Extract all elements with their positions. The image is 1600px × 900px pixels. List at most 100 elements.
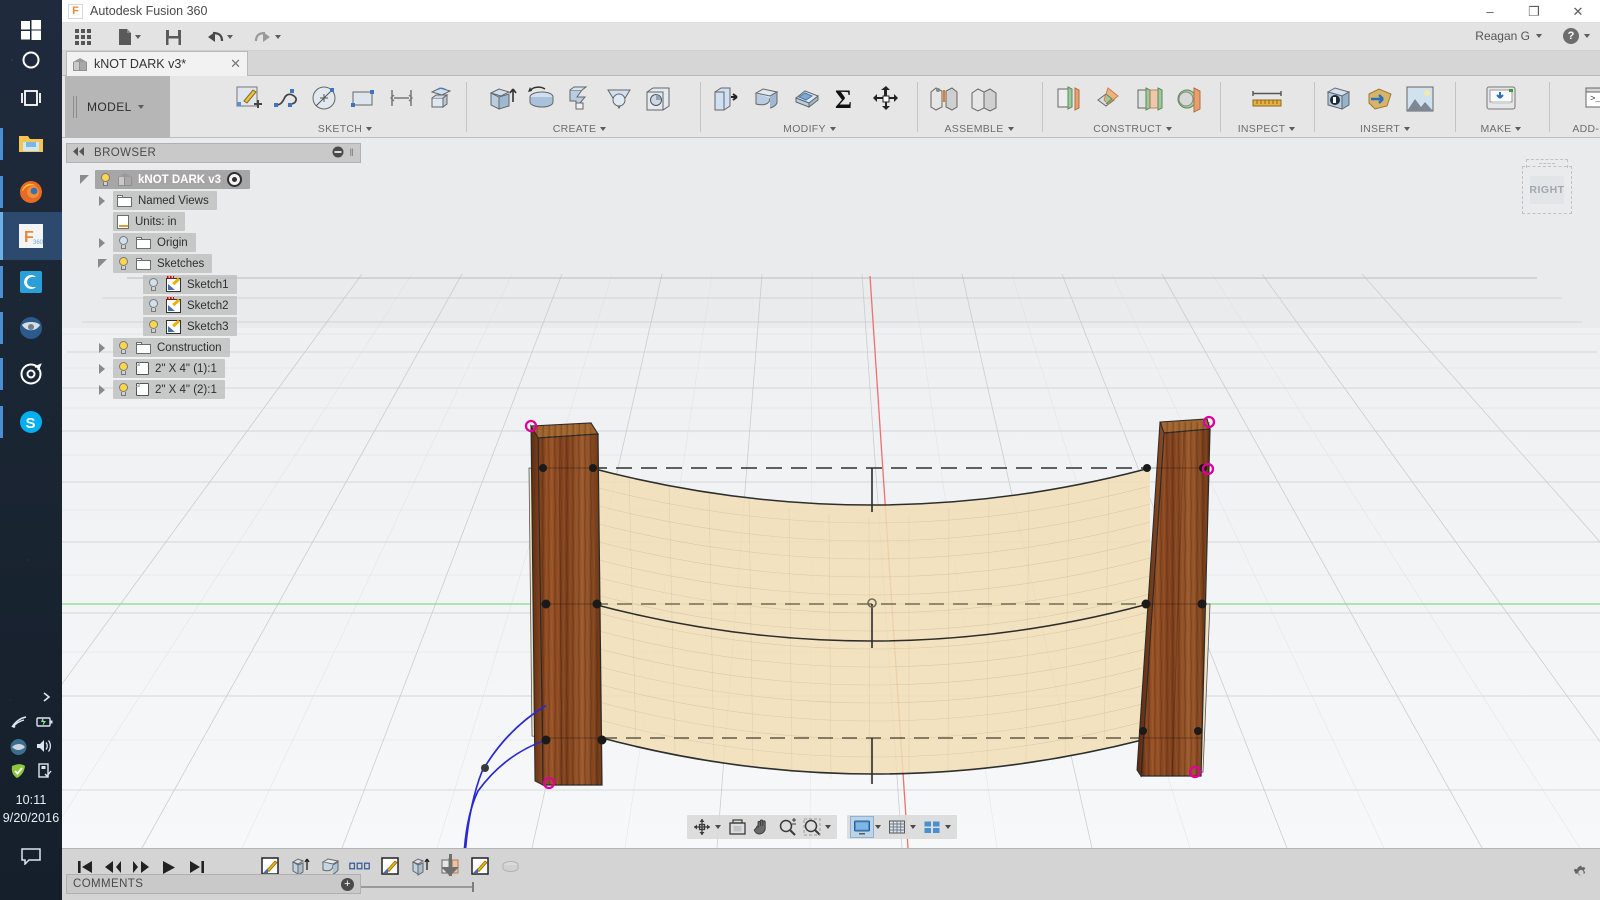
zoom-button[interactable]: [775, 816, 799, 838]
tree-row-sketch3[interactable]: Sketch3: [66, 316, 361, 337]
skype-button[interactable]: S: [0, 398, 62, 446]
sweep-icon[interactable]: [560, 80, 599, 118]
save-button[interactable]: [162, 26, 185, 48]
ribbon-group-label-create[interactable]: CREATE: [482, 123, 677, 135]
target-app-button[interactable]: [0, 350, 62, 398]
close-button[interactable]: ✕: [1556, 0, 1600, 23]
attached-canvas-icon[interactable]: [1400, 80, 1440, 118]
undo-button[interactable]: [202, 26, 236, 48]
tree-row-origin[interactable]: Origin: [66, 232, 361, 253]
timeline-revolve[interactable]: [498, 854, 522, 878]
expander-collapsed-icon[interactable]: [96, 195, 108, 206]
ribbon-group-label-inspect[interactable]: INSPECT: [1224, 123, 1309, 135]
usb-eject-icon[interactable]: [35, 762, 53, 785]
ribbon-group-label-construct[interactable]: CONSTRUCT: [1050, 123, 1215, 135]
browser-grip[interactable]: ‖: [349, 148, 354, 159]
maximize-button[interactable]: ❐: [1512, 0, 1556, 23]
revolve-icon[interactable]: [521, 80, 560, 118]
battery-icon[interactable]: [34, 714, 54, 735]
minimize-button[interactable]: –: [1468, 0, 1512, 23]
sketch-plane-icon[interactable]: [422, 80, 460, 118]
tree-row-chip[interactable]: Sketch2: [143, 296, 237, 315]
measure-icon[interactable]: [1247, 80, 1287, 118]
loft-icon[interactable]: [599, 80, 638, 118]
file-explorer-button[interactable]: [0, 120, 62, 168]
create-sketch-icon[interactable]: [230, 80, 268, 118]
look-at-button[interactable]: [725, 816, 749, 838]
task-view-button[interactable]: [0, 74, 62, 122]
expander-collapsed-icon[interactable]: [96, 237, 108, 248]
ribbon-group-label-assemble[interactable]: ASSEMBLE: [924, 123, 1034, 135]
fillet-icon[interactable]: [747, 80, 787, 118]
grid-chevron-icon[interactable]: [910, 825, 916, 829]
document-tab-close-icon[interactable]: ✕: [230, 56, 241, 72]
shell-icon[interactable]: [787, 80, 827, 118]
grid-snaps-button[interactable]: [885, 816, 909, 838]
move-icon[interactable]: [867, 80, 907, 118]
view-cube[interactable]: RIGHT: [1516, 156, 1578, 218]
insert-mcmaster-icon[interactable]: [1320, 80, 1360, 118]
combine-icon[interactable]: Σ: [827, 80, 867, 118]
pan-button[interactable]: [750, 816, 774, 838]
expander-collapsed-icon[interactable]: [96, 342, 108, 353]
thunderbird-button[interactable]: [0, 304, 62, 352]
tree-row-chip[interactable]: Named Views: [113, 191, 217, 210]
spline-icon[interactable]: [268, 80, 306, 118]
show-data-panel-button[interactable]: [72, 26, 94, 48]
shield-icon[interactable]: [9, 762, 28, 785]
wifi-icon[interactable]: [10, 714, 28, 735]
help-menu[interactable]: ?: [1563, 28, 1590, 44]
timeline-extrude2[interactable]: [408, 854, 432, 878]
display-settings-button[interactable]: [850, 816, 874, 838]
comments-bar[interactable]: COMMENTS +: [66, 874, 361, 894]
visibility-bulb-icon[interactable]: [117, 382, 130, 397]
midplane-icon[interactable]: [1130, 80, 1170, 118]
tree-row-2-x-4-1-1[interactable]: 2" X 4" (1):1: [66, 358, 361, 379]
chevron-up-icon[interactable]: [40, 690, 54, 709]
visibility-bulb-icon[interactable]: [117, 361, 130, 376]
insert-mesh-icon[interactable]: [1360, 80, 1400, 118]
redo-button[interactable]: [250, 26, 284, 48]
taskbar-clock-date[interactable]: 9/20/2016: [0, 810, 62, 826]
fusion360-button[interactable]: F 360: [0, 212, 62, 260]
settings-gear-button[interactable]: [1572, 863, 1590, 886]
viewports-chevron-icon[interactable]: [945, 825, 951, 829]
timeline-end-marker[interactable]: [441, 854, 459, 876]
offset-plane-icon[interactable]: [1050, 80, 1090, 118]
timeline-sketch2[interactable]: [378, 854, 402, 878]
workspace-switcher-button[interactable]: MODEL: [65, 76, 170, 138]
user-menu[interactable]: Reagan G: [1475, 29, 1542, 43]
tree-row-construction[interactable]: Construction: [66, 337, 361, 358]
as-built-joint-icon[interactable]: [964, 80, 1004, 118]
app-tray-icon[interactable]: [9, 738, 28, 761]
tree-row-chip[interactable]: Units: in: [113, 212, 185, 231]
visibility-bulb-icon[interactable]: [147, 319, 160, 334]
taskbar-clock-time[interactable]: 10:11: [0, 792, 62, 808]
axis-icon[interactable]: [1170, 80, 1210, 118]
joint-icon[interactable]: [924, 80, 964, 118]
minus-circle-icon[interactable]: [332, 146, 344, 161]
tree-row-chip[interactable]: kNOT DARK v3: [95, 170, 251, 189]
press-pull-icon[interactable]: [707, 80, 747, 118]
tree-row-sketches[interactable]: Sketches: [66, 253, 361, 274]
tree-row-chip[interactable]: Origin: [113, 233, 196, 252]
scripts-addins-icon[interactable]: >_: [1580, 80, 1600, 118]
orbit-button[interactable]: [690, 816, 714, 838]
tree-row-chip[interactable]: 2" X 4" (1):1: [113, 359, 225, 378]
add-comment-icon[interactable]: +: [341, 877, 354, 891]
cura-button[interactable]: [0, 258, 62, 306]
tree-row-chip[interactable]: 2" X 4" (2):1: [113, 380, 225, 399]
visibility-bulb-icon[interactable]: [147, 298, 160, 313]
tree-row-sketch2[interactable]: Sketch2: [66, 295, 361, 316]
visibility-bulb-icon[interactable]: [99, 172, 112, 187]
tree-row-chip[interactable]: Sketch1: [143, 275, 237, 294]
extrude-icon[interactable]: [482, 80, 521, 118]
tree-row-2-x-4-2-1[interactable]: 2" X 4" (2):1: [66, 379, 361, 400]
expander-collapsed-icon[interactable]: [96, 384, 108, 395]
circle-icon[interactable]: [307, 80, 345, 118]
visibility-bulb-icon[interactable]: [117, 256, 130, 271]
ribbon-group-label-make[interactable]: MAKE: [1460, 123, 1542, 135]
ribbon-group-label-sketch[interactable]: SKETCH: [230, 123, 460, 135]
visibility-bulb-icon[interactable]: [117, 235, 130, 250]
tree-row-chip[interactable]: Sketches: [113, 254, 213, 273]
